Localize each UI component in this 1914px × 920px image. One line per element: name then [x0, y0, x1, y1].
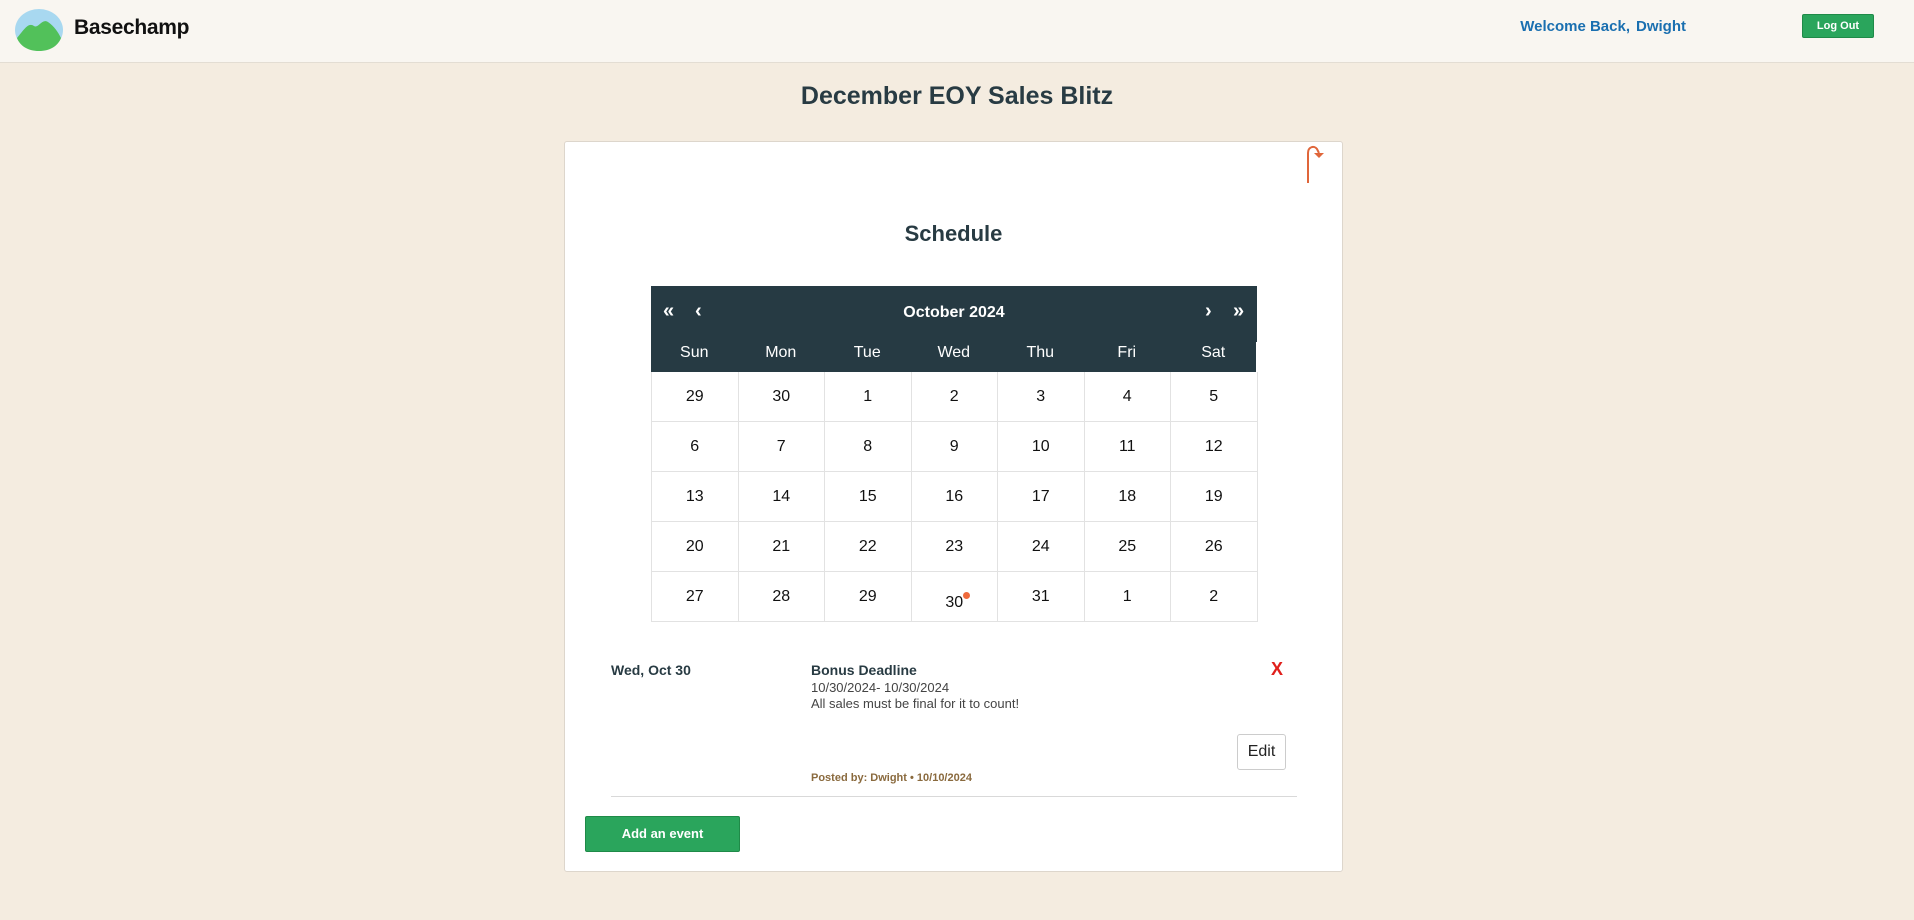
calendar-day[interactable]: 25 [1084, 522, 1171, 572]
calendar-day[interactable]: 2 [911, 372, 998, 422]
calendar-day[interactable]: 28 [738, 572, 825, 622]
calendar-day[interactable]: 5 [1171, 372, 1258, 422]
calendar-day[interactable]: 3 [998, 372, 1085, 422]
weekday-sun: Sun [680, 344, 709, 361]
calendar-day[interactable]: 29 [652, 372, 739, 422]
calendar-day[interactable]: 24 [998, 522, 1085, 572]
weekday-fri: Fri [1117, 344, 1137, 361]
welcome-text: Welcome Back, [1520, 18, 1630, 35]
username-link[interactable]: Dwight [1636, 18, 1686, 35]
calendar-day[interactable]: 7 [738, 422, 825, 472]
next-year-button[interactable]: » [1233, 300, 1244, 323]
calendar-day-with-event[interactable]: 30 [911, 572, 998, 622]
event-date-range: 10/30/2024- 10/30/2024 [811, 680, 950, 695]
basecamp-logo-icon[interactable] [14, 8, 64, 52]
weekday-thu: Thu [1026, 344, 1055, 361]
calendar-day[interactable]: 26 [1171, 522, 1258, 572]
add-event-button[interactable]: Add an event [585, 816, 740, 852]
calendar-day[interactable]: 1 [1084, 572, 1171, 622]
calendar-day[interactable]: 16 [911, 472, 998, 522]
calendar-day[interactable]: 1 [825, 372, 912, 422]
calendar-day[interactable]: 2 [1171, 572, 1258, 622]
calendar-day[interactable]: 14 [738, 472, 825, 522]
calendar-day[interactable]: 27 [652, 572, 739, 622]
calendar-day[interactable]: 6 [652, 422, 739, 472]
calendar-month-label: October 2024 [903, 304, 1005, 321]
welcome-message: Welcome Back, Dwight [1520, 18, 1686, 35]
calendar-day[interactable]: 10 [998, 422, 1085, 472]
event-divider [611, 796, 1297, 797]
calendar-day[interactable]: 9 [911, 422, 998, 472]
event-title: Bonus Deadline [811, 662, 917, 678]
calendar-day[interactable]: 11 [1084, 422, 1171, 472]
calendar-day[interactable]: 13 [652, 472, 739, 522]
calendar-day[interactable]: 18 [1084, 472, 1171, 522]
weekday-wed: Wed [937, 344, 971, 361]
brand-name[interactable]: Basechamp [74, 16, 190, 40]
calendar-day[interactable]: 4 [1084, 372, 1171, 422]
logout-button[interactable]: Log Out [1802, 14, 1874, 38]
weekday-mon: Mon [765, 344, 797, 361]
calendar: « ‹ October 2024 › » Sun Mon Tue Wed Thu… [651, 286, 1258, 622]
event-date: Wed, Oct 30 [611, 662, 691, 678]
calendar-day[interactable]: 15 [825, 472, 912, 522]
calendar-day[interactable]: 29 [825, 572, 912, 622]
calendar-day[interactable]: 31 [998, 572, 1085, 622]
project-title: December EOY Sales Blitz [800, 82, 1114, 110]
event-posted-by: Posted by: Dwight • 10/10/2024 [811, 772, 972, 784]
event-dot-icon [962, 592, 970, 599]
calendar-day[interactable]: 19 [1171, 472, 1258, 522]
delete-event-button[interactable]: X [1271, 659, 1283, 680]
calendar-day[interactable]: 30 [738, 372, 825, 422]
calendar-day[interactable]: 17 [998, 472, 1085, 522]
calendar-day[interactable]: 22 [825, 522, 912, 572]
event-description: All sales must be final for it to count! [811, 696, 1020, 711]
weekday-tue: Tue [853, 344, 881, 361]
calendar-day[interactable]: 8 [825, 422, 912, 472]
next-month-button[interactable]: › [1205, 300, 1212, 323]
calendar-day[interactable]: 20 [652, 522, 739, 572]
weekday-sat: Sat [1201, 344, 1226, 361]
calendar-day[interactable]: 21 [738, 522, 825, 572]
calendar-grid: 29 30 1 2 3 4 5 6 7 8 9 10 11 12 13 14 1… [651, 372, 1258, 622]
top-bar: Basechamp Welcome Back, Dwight Log Out [0, 0, 1914, 63]
calendar-day[interactable]: 23 [911, 522, 998, 572]
schedule-title: Schedule [904, 221, 1003, 246]
edit-event-button[interactable]: Edit [1237, 734, 1286, 770]
bookmark-icon[interactable] [1300, 143, 1330, 185]
calendar-header: « ‹ October 2024 › » [651, 286, 1257, 342]
weekday-row: Sun Mon Tue Wed Thu Fri Sat [651, 342, 1256, 372]
calendar-day[interactable]: 12 [1171, 422, 1258, 472]
